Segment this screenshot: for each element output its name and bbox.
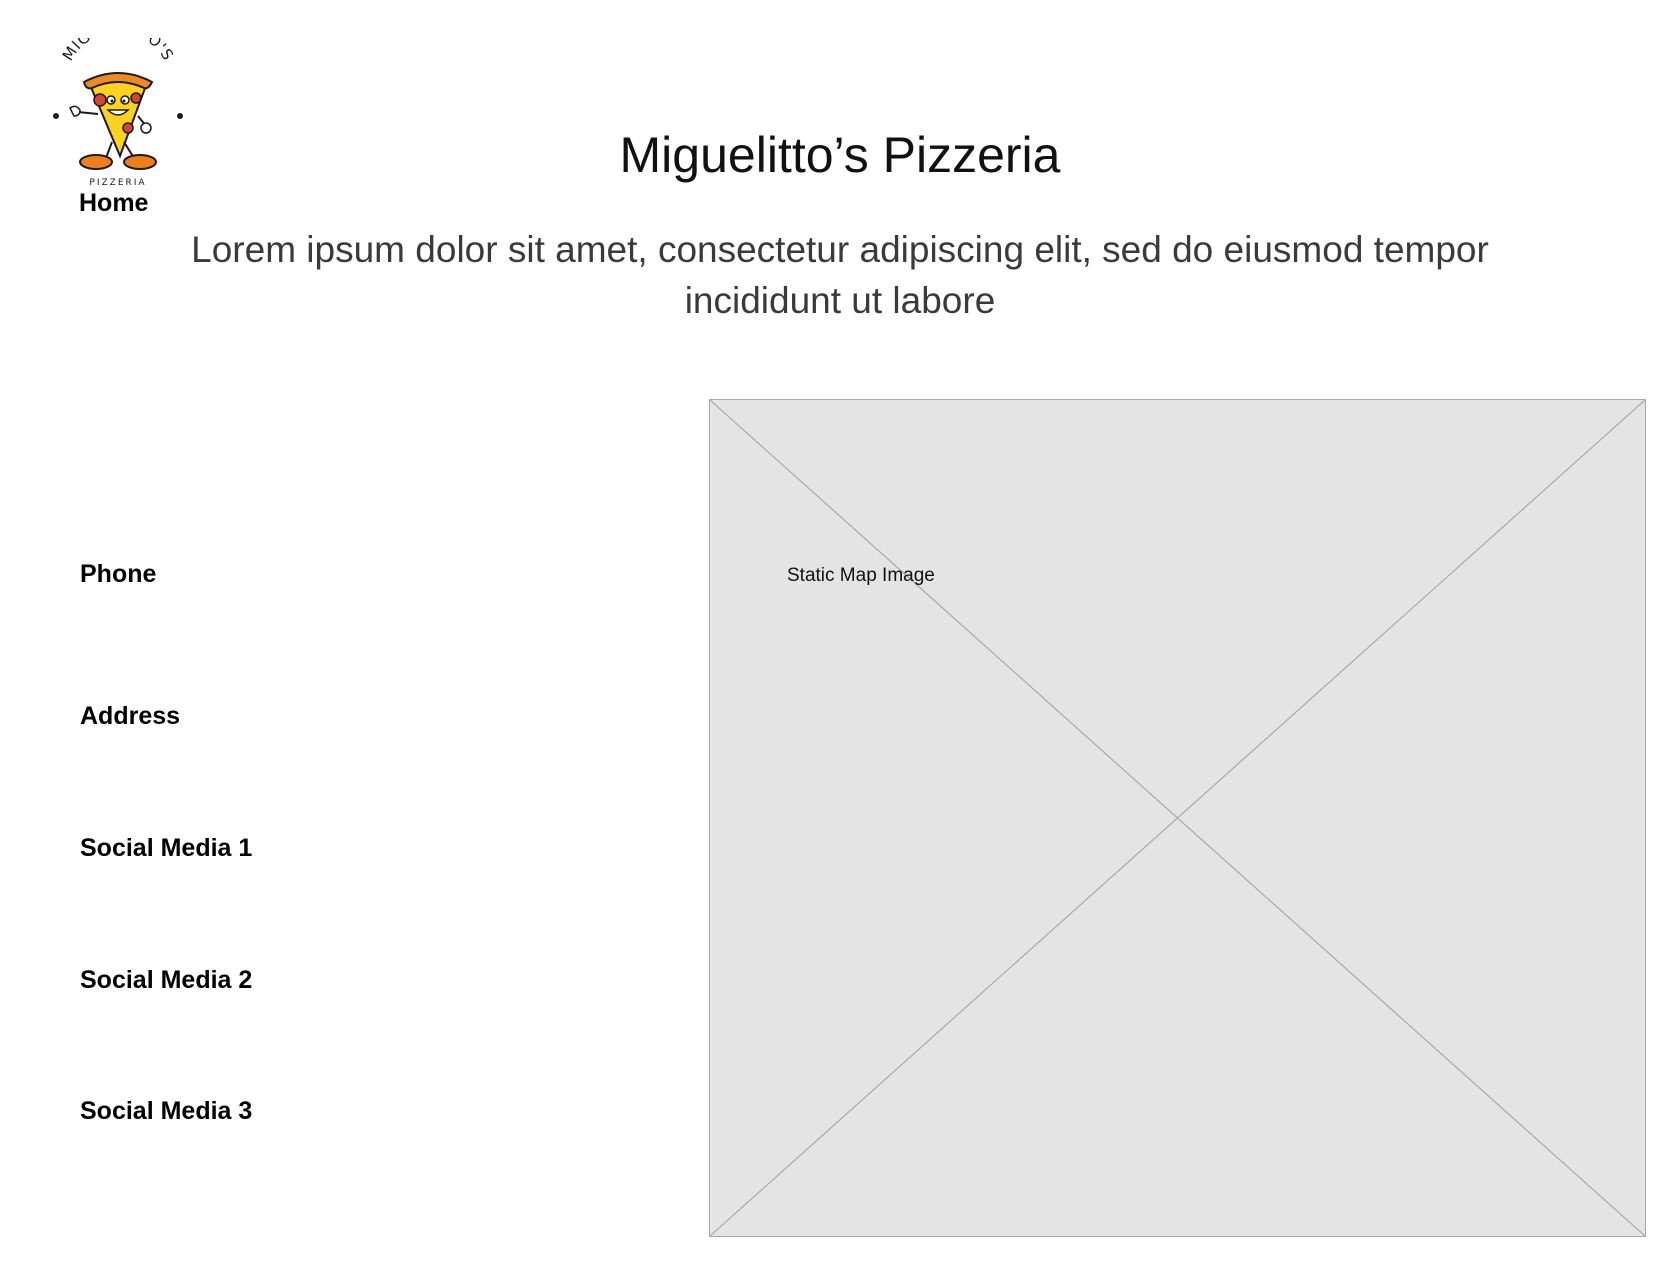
page-title: Miguelitto’s Pizzeria: [619, 127, 1061, 183]
social-media-1-link[interactable]: Social Media 1: [80, 834, 252, 863]
phone-label: Phone: [80, 560, 157, 588]
map-label: Static Map Image: [787, 565, 935, 586]
home-link[interactable]: Home: [79, 189, 148, 218]
static-map-image: Static Map Image: [709, 399, 1646, 1237]
page-subtitle: Lorem ipsum dolor sit amet, consectetur …: [191, 229, 1489, 321]
svg-text:MIGUELITTO'S: MIGUELITTO'S: [59, 38, 178, 64]
social-media-2-link[interactable]: Social Media 2: [80, 966, 252, 995]
image-placeholder-icon: [710, 400, 1645, 1236]
social-media-3-link[interactable]: Social Media 3: [80, 1097, 252, 1126]
address-label: Address: [80, 702, 181, 730]
